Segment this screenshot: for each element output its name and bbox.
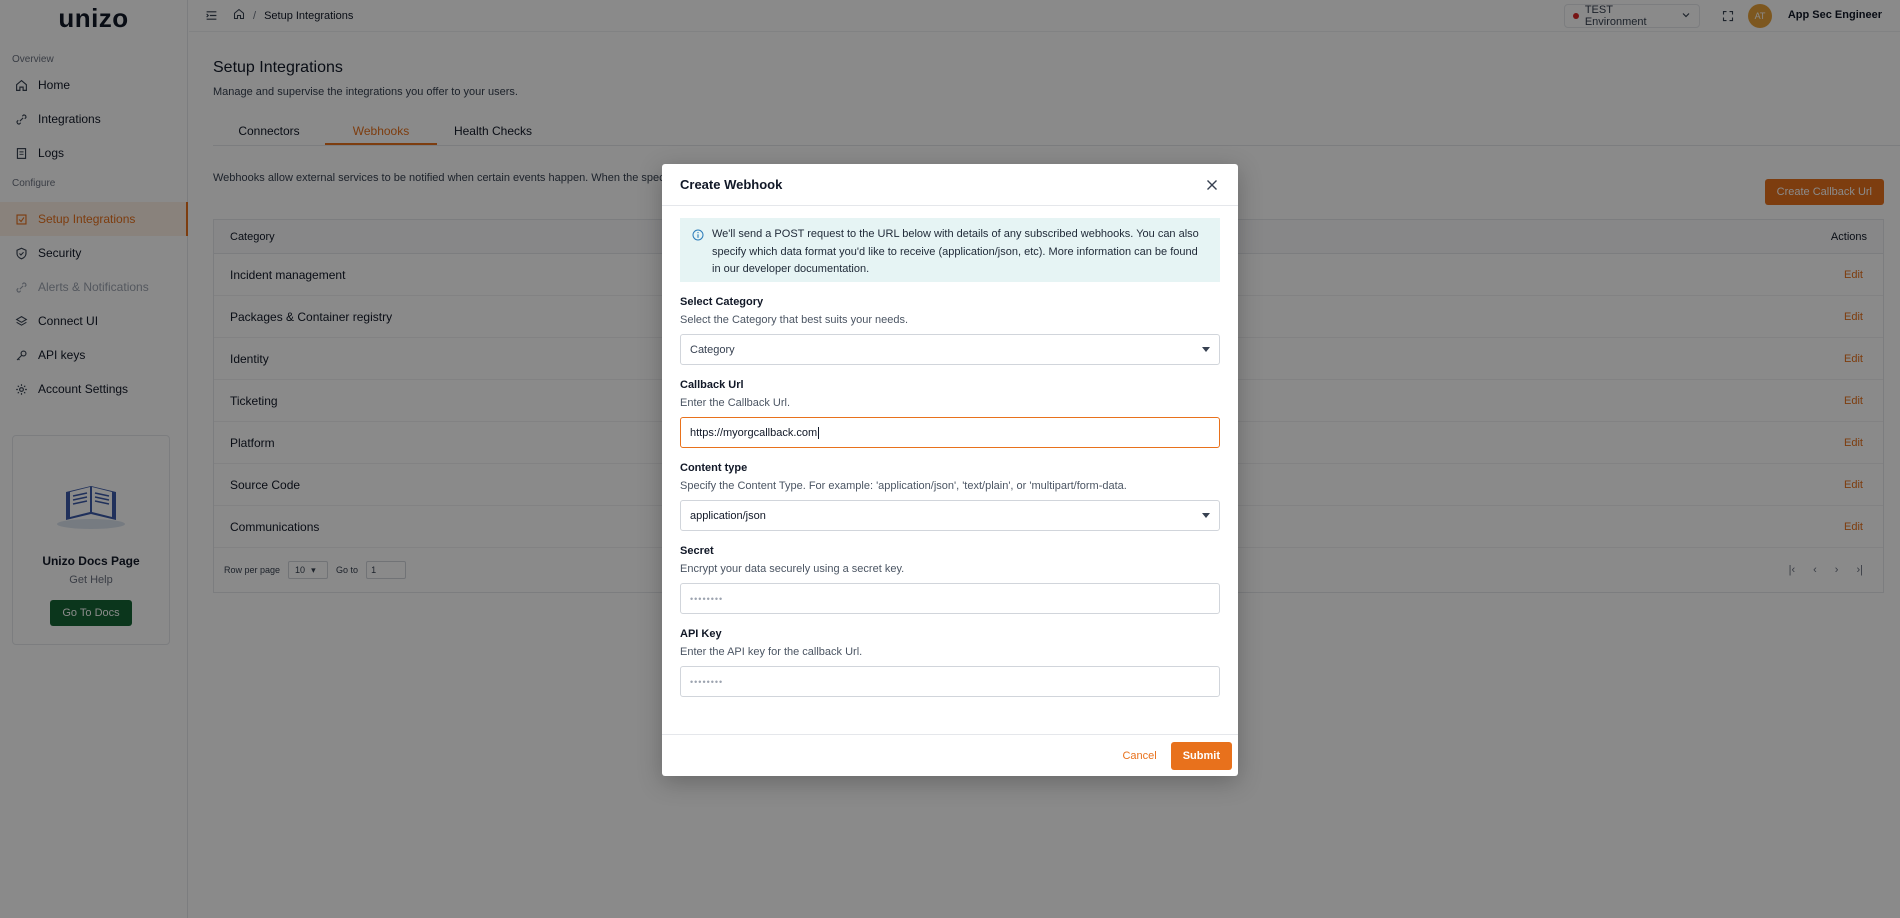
content-type-help: Specify the Content Type. For example: '… — [680, 480, 1127, 492]
callback-url-input[interactable]: https://myorgcallback.com — [680, 417, 1220, 448]
secret-label: Secret — [680, 545, 714, 557]
info-text: We'll send a POST request to the URL bel… — [712, 228, 1199, 275]
dialog-footer: Cancel Submit — [662, 734, 1238, 776]
info-banner: We'll send a POST request to the URL bel… — [680, 218, 1220, 282]
info-icon — [692, 229, 704, 241]
create-webhook-dialog: Create Webhook We'll send a POST request… — [662, 164, 1238, 776]
api-key-label: API Key — [680, 628, 722, 640]
category-label: Select Category — [680, 296, 764, 308]
callback-url-value: https://myorgcallback.com — [690, 426, 818, 439]
callback-url-label: Callback Url — [680, 379, 744, 391]
category-placeholder: Category — [690, 343, 735, 356]
text-cursor — [818, 426, 820, 439]
dialog-title: Create Webhook — [680, 177, 783, 192]
category-help: Select the Category that best suits your… — [680, 314, 909, 326]
dialog-header: Create Webhook — [662, 164, 1238, 206]
secret-help: Encrypt your data securely using a secre… — [680, 563, 905, 575]
content-type-value: application/json — [690, 509, 766, 522]
api-key-input[interactable]: •••••••• — [680, 666, 1220, 697]
callback-url-help: Enter the Callback Url. — [680, 397, 791, 409]
secret-placeholder: •••••••• — [690, 593, 724, 604]
content-type-label: Content type — [680, 462, 748, 474]
category-select[interactable]: Category — [680, 334, 1220, 365]
api-key-placeholder: •••••••• — [690, 676, 724, 687]
dialog-body: We'll send a POST request to the URL bel… — [662, 206, 1238, 697]
close-icon[interactable] — [1204, 177, 1220, 193]
submit-button[interactable]: Submit — [1170, 741, 1232, 770]
content-type-select[interactable]: application/json — [680, 500, 1220, 531]
chevron-down-icon — [1202, 347, 1210, 352]
cancel-button[interactable]: Cancel — [1122, 750, 1156, 762]
chevron-down-icon — [1202, 513, 1210, 518]
secret-input[interactable]: •••••••• — [680, 583, 1220, 614]
api-key-help: Enter the API key for the callback Url. — [680, 646, 863, 658]
